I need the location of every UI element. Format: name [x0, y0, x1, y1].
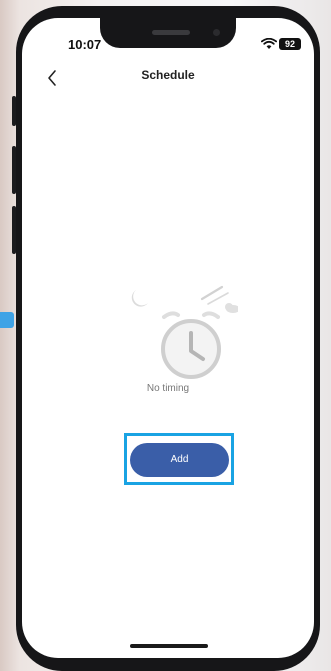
front-camera: [213, 29, 220, 36]
navigation-bar: Schedule: [22, 64, 314, 92]
volume-up-button: [12, 146, 16, 194]
speaker: [152, 30, 190, 35]
moon-icon: [131, 290, 148, 307]
empty-state-text: No timing: [146, 383, 190, 394]
app-screen: 10:07 92 Schedule No timing Add: [22, 18, 314, 658]
silent-switch: [12, 96, 16, 126]
page-title: Schedule: [141, 68, 195, 82]
cloud-icon: [225, 303, 238, 313]
home-indicator[interactable]: [130, 644, 208, 648]
alarm-clock-illustration: [131, 285, 238, 379]
wifi-icon: [261, 38, 277, 49]
alarm-clock-icon: [161, 311, 221, 379]
battery-indicator: 92: [279, 38, 301, 50]
notch: [100, 18, 236, 48]
add-button[interactable]: Add: [130, 443, 229, 477]
status-time: 10:07: [68, 37, 102, 52]
sparkle-lines: [200, 285, 229, 305]
background-accent: [0, 312, 14, 328]
volume-down-button: [12, 206, 16, 254]
